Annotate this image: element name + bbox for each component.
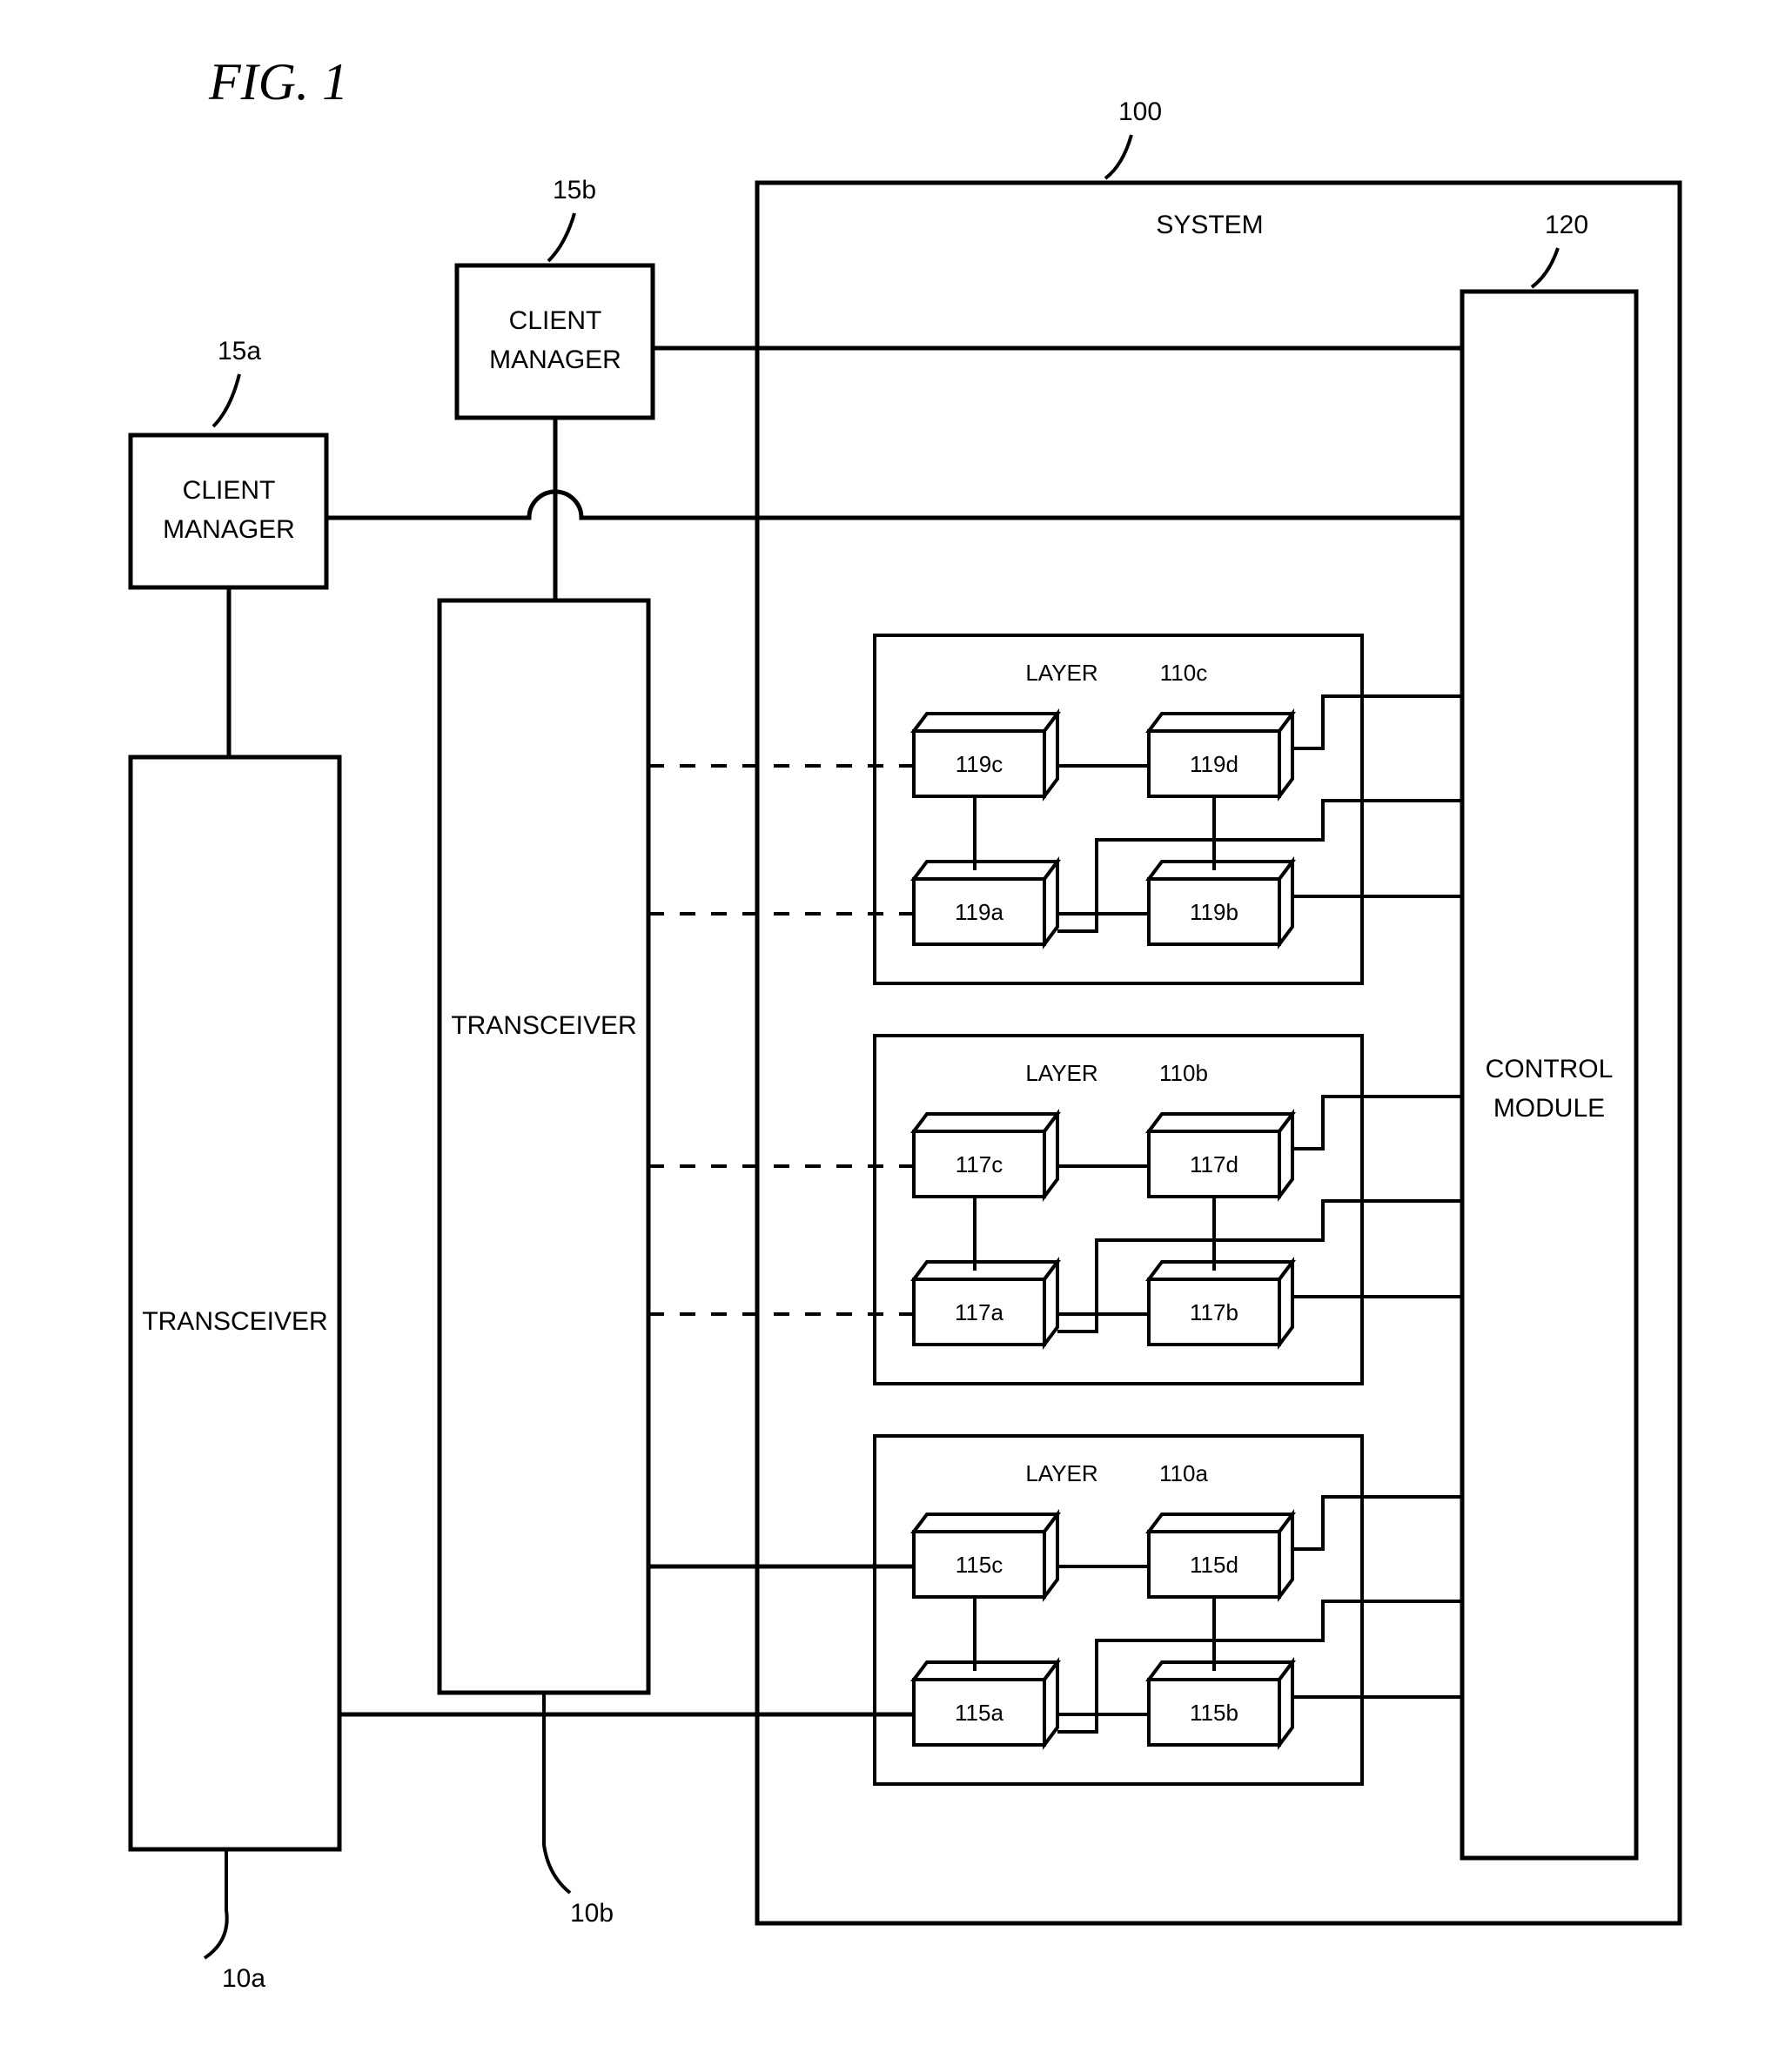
leader-100 — [1105, 135, 1131, 178]
box-119c: 119c — [914, 714, 1057, 796]
svg-text:119b: 119b — [1190, 899, 1238, 925]
svg-text:115b: 115b — [1190, 1700, 1238, 1726]
svg-text:117a: 117a — [955, 1299, 1003, 1325]
client-manager-b-label-2: MANAGER — [489, 345, 621, 374]
transceiver-a-box — [131, 757, 339, 1849]
ref-15b: 15b — [553, 176, 596, 205]
client-manager-a-label-2: MANAGER — [163, 515, 295, 544]
layer-a-ref: 110a — [1159, 1460, 1208, 1486]
svg-text:115c: 115c — [956, 1552, 1003, 1578]
svg-text:119c: 119c — [956, 751, 1003, 777]
ref-15a: 15a — [218, 337, 261, 366]
leader-10a — [205, 1849, 227, 1958]
svg-text:119a: 119a — [955, 899, 1003, 925]
layer-b-title: LAYER — [1025, 1060, 1097, 1086]
svg-text:117c: 117c — [956, 1151, 1003, 1177]
layer-b-ref: 110b — [1159, 1060, 1208, 1086]
box-117a: 117a — [914, 1262, 1057, 1345]
transceiver-b-label: TRANSCEIVER — [451, 1011, 636, 1040]
figure-title: FIG. 1 — [208, 53, 348, 111]
svg-text:117d: 117d — [1190, 1151, 1238, 1177]
box-119b: 119b — [1149, 862, 1292, 944]
client-manager-a-label-1: CLIENT — [183, 476, 276, 505]
box-119d: 119d — [1149, 714, 1292, 796]
transceiver-a-label: TRANSCEIVER — [142, 1307, 327, 1336]
box-115c: 115c — [914, 1514, 1057, 1597]
leader-10b — [544, 1693, 570, 1893]
box-115b: 115b — [1149, 1662, 1292, 1745]
svg-text:115d: 115d — [1190, 1552, 1238, 1578]
control-module-label-2: MODULE — [1493, 1094, 1605, 1123]
box-115d: 115d — [1149, 1514, 1292, 1597]
ref-120: 120 — [1545, 211, 1588, 239]
svg-text:115a: 115a — [955, 1700, 1003, 1726]
svg-text:117b: 117b — [1190, 1299, 1238, 1325]
layer-a-title: LAYER — [1025, 1460, 1097, 1486]
layer-c-ref: 110c — [1160, 660, 1207, 686]
ref-100: 100 — [1118, 97, 1162, 126]
system-label: SYSTEM — [1156, 211, 1263, 239]
control-module-label-1: CONTROL — [1486, 1055, 1614, 1083]
box-117c: 117c — [914, 1114, 1057, 1197]
leader-15b — [548, 213, 574, 261]
box-119a: 119a — [914, 862, 1057, 944]
layer-c-title: LAYER — [1025, 660, 1097, 686]
client-manager-b-box — [457, 265, 653, 418]
svg-text:119d: 119d — [1190, 751, 1238, 777]
client-manager-a-box — [131, 435, 326, 587]
ref-10a: 10a — [222, 1964, 265, 1993]
box-117b: 117b — [1149, 1262, 1292, 1345]
client-manager-b-label-1: CLIENT — [509, 306, 602, 335]
figure-canvas: FIG. 1 100 SYSTEM 120 CONTROL MODULE 15b… — [0, 0, 1792, 2066]
box-117d: 117d — [1149, 1114, 1292, 1197]
transceiver-b-box — [440, 600, 648, 1693]
box-115a: 115a — [914, 1662, 1057, 1745]
leader-15a — [213, 374, 239, 426]
ref-10b: 10b — [570, 1899, 614, 1928]
